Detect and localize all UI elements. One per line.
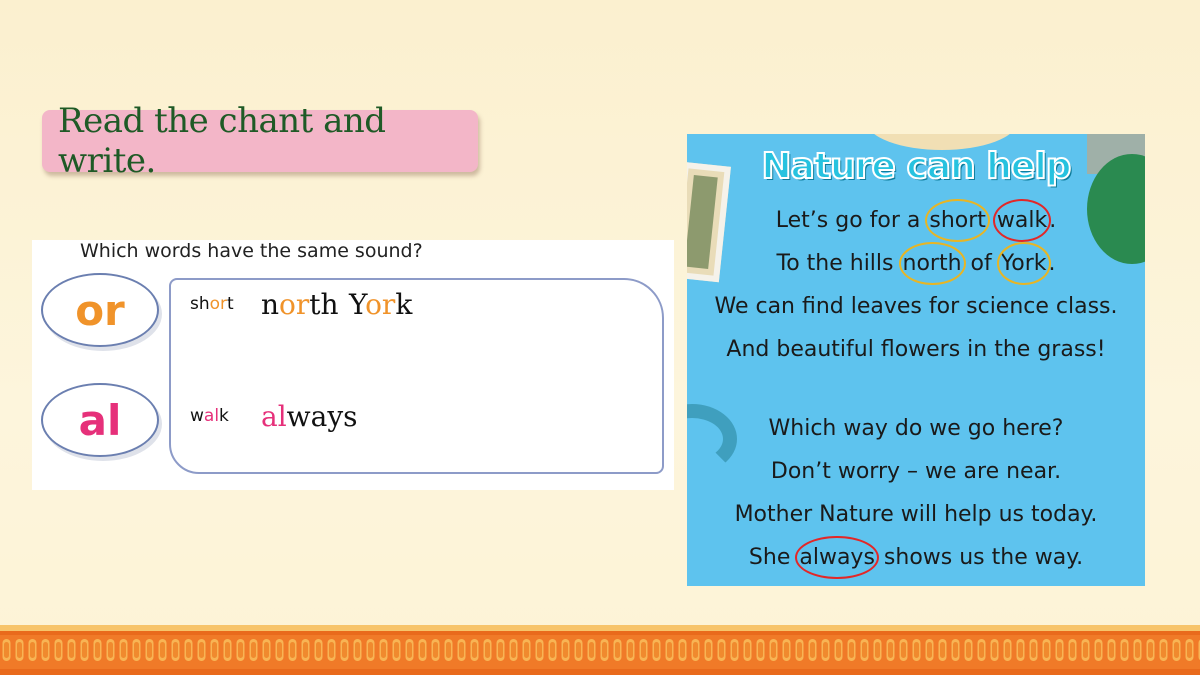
chant-line-1: Let’s go for a short walk. [775, 199, 1057, 242]
chant-line-3: We can find leaves for science class. [714, 294, 1118, 319]
key-word-walk: walk [190, 406, 229, 426]
chant-line-8: She always shows us the way. [748, 536, 1084, 579]
circled-word-always: always [795, 536, 879, 579]
answer-word-north: north [261, 288, 339, 321]
answer-word-york: York [349, 288, 413, 321]
chant-line-5: Which way do we go here? [768, 416, 1064, 441]
sound-label-al: al [78, 395, 122, 445]
circled-word-walk: walk [992, 199, 1052, 242]
key-word-short: short [190, 294, 234, 314]
page-title: Read the chant and write. [58, 101, 386, 181]
sound-oval-al: al [41, 383, 159, 457]
circled-word-short: short [925, 199, 990, 242]
circled-word-north: north [898, 242, 966, 285]
worksheet-panel: Which words have the same sound? or al s… [32, 240, 674, 490]
circled-word-york: York [996, 242, 1051, 285]
answer-box[interactable]: short north York walk always [169, 278, 664, 474]
question-text: Which words have the same sound? [80, 240, 423, 262]
sound-oval-or: or [41, 273, 159, 347]
title-banner: Read the chant and write. [42, 101, 478, 181]
answer-word-always: always [261, 400, 358, 433]
chant-title: Nature can help [761, 145, 1073, 188]
chant-line-6: Don’t worry – we are near. [770, 459, 1062, 484]
chant-line-2: To the hills north of York. [776, 242, 1056, 285]
chant-panel: Nature can help Let’s go for a short wal… [687, 134, 1145, 586]
bottom-border-decoration [0, 625, 1200, 675]
sound-label-or: or [75, 285, 125, 335]
chant-line-4: And beautiful flowers in the grass! [726, 337, 1106, 362]
chant-line-7: Mother Nature will help us today. [734, 502, 1098, 527]
